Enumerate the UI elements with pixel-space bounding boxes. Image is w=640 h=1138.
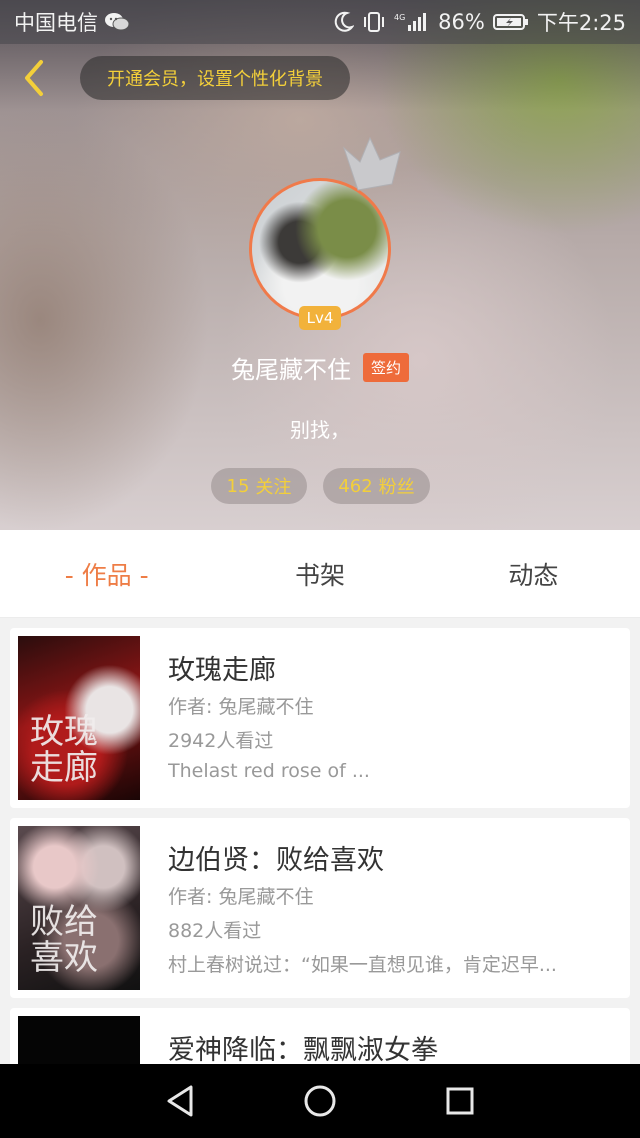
user-bio: 别找， xyxy=(290,418,350,442)
book-cover: 玫瑰 走廊 xyxy=(18,636,140,800)
cover-title-art: 败给 喜欢 xyxy=(30,902,98,978)
book-cover: 败给 喜欢 xyxy=(18,826,140,990)
back-button[interactable] xyxy=(14,56,54,100)
following-button[interactable]: 15 关注 xyxy=(211,468,307,504)
cover-title-art: 玫瑰 走廊 xyxy=(30,712,98,788)
following-count: 15 xyxy=(226,475,250,497)
chevron-left-icon xyxy=(25,60,43,96)
nav-recents-button[interactable] xyxy=(430,1071,490,1131)
crown-icon xyxy=(340,130,410,198)
clock: 下午2:25 xyxy=(536,11,626,35)
battery-percent: 86% xyxy=(438,10,485,34)
wechat-icon xyxy=(104,12,130,32)
book-description: 村上春树说过：“如果一直想见谁，肯定迟早... xyxy=(168,954,557,976)
screen: 中国电信 4G 86% 下午2:25 开通会员，设置个性化背景 Lv4 兔尾藏不… xyxy=(0,0,640,1138)
avatar[interactable] xyxy=(249,178,391,320)
carrier-label: 中国电信 xyxy=(14,11,98,35)
vip-background-banner[interactable]: 开通会员，设置个性化背景 xyxy=(80,56,350,100)
profile-tabs: - 作品 - 书架 动态 xyxy=(0,530,640,618)
tab-bookshelf[interactable]: 书架 xyxy=(213,530,426,617)
recents-nav-icon xyxy=(446,1087,474,1115)
book-title: 玫瑰走廊 xyxy=(168,655,276,686)
username: 兔尾藏不住 xyxy=(230,356,351,384)
signal-icon: 4G xyxy=(394,11,430,33)
vibrate-icon xyxy=(362,11,386,33)
level-badge: Lv4 xyxy=(299,306,341,330)
username-row: 兔尾藏不住 签约 xyxy=(0,350,640,385)
followers-label: 粉丝 xyxy=(378,477,415,498)
followers-count: 462 xyxy=(338,475,373,497)
list-item[interactable]: 玫瑰 走廊 玫瑰走廊 作者: 兔尾藏不住 2942人看过 Thelast red… xyxy=(10,628,630,808)
signed-badge: 签约 xyxy=(362,353,409,382)
book-author: 作者: 兔尾藏不住 xyxy=(168,886,314,908)
book-title: 边伯贤：败给喜欢 xyxy=(168,845,384,876)
system-nav-bar xyxy=(0,1064,640,1138)
moon-icon xyxy=(334,11,355,33)
tab-works[interactable]: - 作品 - xyxy=(0,530,213,617)
book-views: 882人看过 xyxy=(168,920,262,942)
followers-button[interactable]: 462 粉丝 xyxy=(323,468,430,504)
book-author: 作者: 兔尾藏不住 xyxy=(168,696,314,718)
book-title: 爱神降临：飘飘淑女拳 xyxy=(168,1035,438,1066)
book-description: Thelast red rose of ... xyxy=(168,760,370,782)
nav-back-button[interactable] xyxy=(150,1071,210,1131)
following-label: 关注 xyxy=(255,477,292,498)
battery-icon xyxy=(492,12,529,32)
nav-home-button[interactable] xyxy=(290,1071,350,1131)
back-nav-icon xyxy=(167,1085,193,1117)
home-nav-icon xyxy=(304,1085,336,1117)
list-item[interactable]: 败给 喜欢 边伯贤：败给喜欢 作者: 兔尾藏不住 882人看过 村上春树说过：“… xyxy=(10,818,630,998)
status-bar: 中国电信 4G 86% 下午2:25 xyxy=(0,0,640,44)
avatar-container[interactable] xyxy=(249,178,391,320)
svg-text:4G: 4G xyxy=(394,13,405,22)
tab-activity[interactable]: 动态 xyxy=(427,530,640,617)
book-views: 2942人看过 xyxy=(168,730,274,752)
